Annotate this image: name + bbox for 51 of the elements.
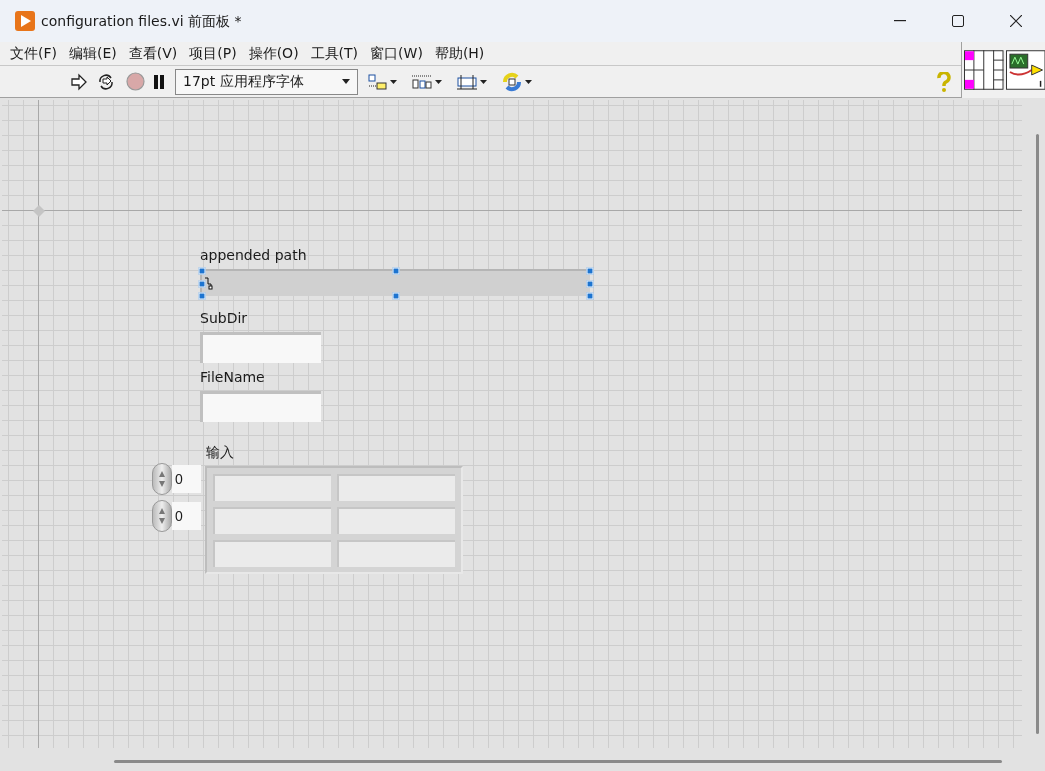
- minimize-icon: [894, 20, 906, 22]
- close-icon: [1010, 15, 1022, 27]
- resize-objects-button[interactable]: [456, 72, 487, 91]
- window-title: configuration files.vi 前面板 *: [41, 11, 242, 31]
- caret-icon: [480, 79, 487, 84]
- caret-icon: [390, 79, 397, 84]
- path-icon: [204, 277, 213, 290]
- menu-item[interactable]: 操作(O): [242, 43, 305, 64]
- font-dropdown[interactable]: 17pt 应用程序字体: [175, 68, 358, 95]
- distribute-objects-button[interactable]: [411, 72, 442, 91]
- menu-item[interactable]: 帮助(H): [428, 43, 491, 64]
- caret-icon: [525, 79, 532, 84]
- caret-icon: [342, 79, 350, 84]
- selection-handle[interactable]: [392, 292, 400, 300]
- menu-item[interactable]: 窗口(W): [364, 43, 429, 64]
- connector-pane-icon: [964, 50, 1004, 90]
- vi-icon: [1005, 50, 1045, 90]
- menu-item[interactable]: 文件(F): [4, 43, 63, 64]
- run-arrow-icon[interactable]: [70, 72, 88, 91]
- horizontal-scrollbar[interactable]: [114, 760, 1002, 763]
- app-logo-icon: [15, 11, 35, 31]
- menu-item[interactable]: 编辑(E): [63, 43, 123, 64]
- index-field[interactable]: 0: [172, 502, 201, 530]
- caret-icon: [435, 79, 442, 84]
- run-continuously-icon[interactable]: [96, 72, 116, 91]
- text-field[interactable]: [200, 391, 321, 422]
- resize-icon: [456, 72, 478, 91]
- maximize-icon: [952, 15, 964, 27]
- help-icon[interactable]: [937, 71, 951, 92]
- selection-handle[interactable]: [392, 267, 400, 275]
- text-field[interactable]: [200, 332, 321, 363]
- reorder-button[interactable]: [501, 71, 532, 92]
- spinner[interactable]: [152, 463, 172, 495]
- pause-icon[interactable]: [153, 74, 165, 89]
- menu-item[interactable]: 查看(V): [122, 43, 184, 64]
- spinner-arrows-icon: [158, 506, 166, 526]
- control-label: SubDir: [200, 309, 249, 327]
- distribute-icon: [411, 72, 433, 91]
- align-icon: [368, 72, 388, 91]
- index-field[interactable]: 0: [172, 465, 201, 493]
- origin-marker-icon: [33, 205, 45, 217]
- menu-item[interactable]: 项目(P): [183, 43, 243, 64]
- align-objects-button[interactable]: [368, 72, 397, 91]
- control-label: FileName: [200, 368, 266, 386]
- spinner[interactable]: [152, 500, 172, 532]
- control-label: 输入: [206, 443, 235, 461]
- control-label: appended path: [200, 246, 308, 264]
- spinner-arrows-icon: [158, 469, 166, 489]
- vertical-scrollbar[interactable]: [1036, 134, 1039, 734]
- menu-item[interactable]: 工具(T): [304, 43, 365, 64]
- reorder-arrows-icon: [501, 71, 523, 92]
